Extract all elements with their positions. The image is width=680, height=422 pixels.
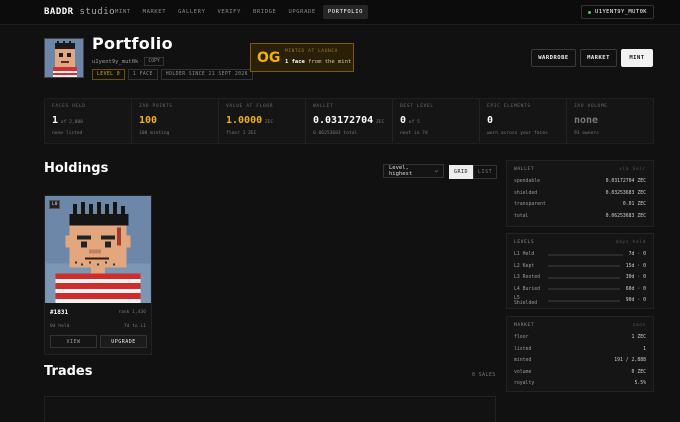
wardrobe-button[interactable]: WARDROBE [531,49,576,67]
mint-button[interactable]: MINT [621,49,653,67]
stat-wallet: WALLET 0.03172704 ZEC 0.06253683 total [306,99,393,143]
face-name: #1831 [50,309,69,316]
og-card: OG MINTED AT LAUNCH 1 face from the mint [250,43,354,72]
market-row: minted 191 / 2,888 [514,358,646,364]
upgrade-button[interactable]: UPGRADE [100,335,147,348]
days-to-next-level: 7d to L1 [123,324,146,329]
market-row: volume 0 ZEC [514,369,646,375]
market-row: royalty 5.5% [514,381,646,387]
profile-badges: LEVEL 0 1 FACE HOLDER SINCE 21 SEPT 2026 [92,69,253,80]
nav-link-market[interactable]: MARKET [138,5,171,19]
level-row: L4 Buried 60d · 0 [514,286,646,292]
level-progress-bar [548,276,620,279]
levels-panel-title: LEVELS [514,240,535,245]
wallet-row: total 0.06253683 ZEC [514,213,646,219]
holder-since-badge: HOLDER SINCE 21 SEPT 2026 [160,69,253,80]
stat-value-at-floor: VALUE AT FLOOR 1.0000 ZEC floor 1 ZEC [219,99,306,143]
user-handle: u1yent9y_mut0k COPY [92,57,164,66]
stat-zao-volume: ZAO VOLUME none 93 owners [574,104,608,136]
trades-table [44,396,496,422]
view-toggle: GRID LIST [449,165,498,179]
face-count-badge: 1 FACE [128,69,158,80]
face-rank: rank 1,436 [118,310,146,315]
level-row: L3 Rooted 30d · 0 [514,275,646,281]
sort-select[interactable]: Level, highest ⌵ [383,164,444,178]
wallet-row: spendable 0.03172704 ZEC [514,179,646,185]
level-progress-bar [548,253,623,256]
level-row: L5 Shielded 90d · 0 [514,295,646,306]
nav-link-upgrade[interactable]: UPGRADE [283,5,320,19]
view-button[interactable]: VIEW [50,335,97,348]
copy-button[interactable]: COPY [144,57,164,66]
stats-strip: FACES HELD 1 of 2,888 none listed ZAO PO… [44,98,654,144]
wallet-row: transparent 0.01 ZEC [514,202,646,208]
levels-panel-note: days held [615,240,646,245]
og-summary: 1 face from the mint [285,59,352,65]
nav-link-portfolio[interactable]: PORTFOLIO [322,5,369,19]
market-panel-title: MARKET [514,323,535,328]
level-progress-bar [548,265,620,268]
stat-zao-points: ZAO POINTS 100 100 minting [132,99,219,143]
stat-best-level: BEST LEVEL 0 of 5 next in 7d [393,99,480,143]
sales-count: 0 SALES [472,373,496,378]
logo[interactable]: BADDR studio [44,7,115,17]
nav-links: MINT MARKET GALLERY VERIFY BRIDGE UPGRAD… [110,5,369,19]
level-progress-bar [548,288,620,291]
market-panel: MARKET zaos floor 1 ZEC listed 1 minted 191 … [506,316,654,392]
wallet-panel-note: via Seir [619,167,646,172]
list-view-button[interactable]: LIST [473,165,498,179]
top-nav: BADDR studio MINT MARKET GALLERY VERIFY … [0,0,680,25]
page-title: Portfolio [92,34,173,53]
handle-text: u1yent9y_mut0k [92,58,139,65]
levels-panel: LEVELS days held L1 Held 7d · 0 L2 Kept 15d… [506,233,654,309]
connected-dot-icon [588,10,592,14]
grid-view-button[interactable]: GRID [449,165,474,179]
market-panel-note: zaos [632,323,646,328]
level-row: L1 Held 7d · 0 [514,252,646,258]
holdings-title: Holdings [44,161,109,176]
avatar [44,38,84,78]
wallet-panel: WALLET via Seir spendable 0.03172704 ZEC s… [506,160,654,227]
wallet-button[interactable]: U1YENT9Y_MUT0K [581,5,654,19]
chevron-down-icon: ⌵ [434,168,438,174]
trades-title: Trades [44,364,93,379]
market-row: floor 1 ZEC [514,335,646,341]
days-held: 0d held [50,324,70,329]
level-tag: L0 [49,200,61,209]
level-row: L2 Kept 15d · 0 [514,263,646,269]
og-mark: OG [257,50,281,66]
nav-link-bridge[interactable]: BRIDGE [248,5,281,19]
stat-epic-elements: EPIC ELEMENTS 0 worn across your faces [480,99,567,143]
market-row: listed 1 [514,346,646,352]
nav-link-mint[interactable]: MINT [110,5,136,19]
nav-link-verify[interactable]: VERIFY [213,5,246,19]
og-caption: MINTED AT LAUNCH [285,49,338,54]
face-card[interactable]: L0 #1831 rank 1,436 0d held 7d to L1 VIE… [44,195,152,355]
wallet-panel-title: WALLET [514,167,535,172]
face-image[interactable]: L0 [45,196,151,303]
stat-faces-held: FACES HELD 1 of 2,888 none listed [45,99,132,143]
sort-value: Level, highest [389,165,413,177]
nav-link-gallery[interactable]: GALLERY [173,5,210,19]
level-badge: LEVEL 0 [92,69,126,80]
market-button[interactable]: MARKET [580,49,617,67]
level-progress-bar [548,299,620,302]
wallet-row: shielded 0.03253683 ZEC [514,190,646,196]
wallet-address: U1YENT9Y_MUT0K [595,9,647,15]
